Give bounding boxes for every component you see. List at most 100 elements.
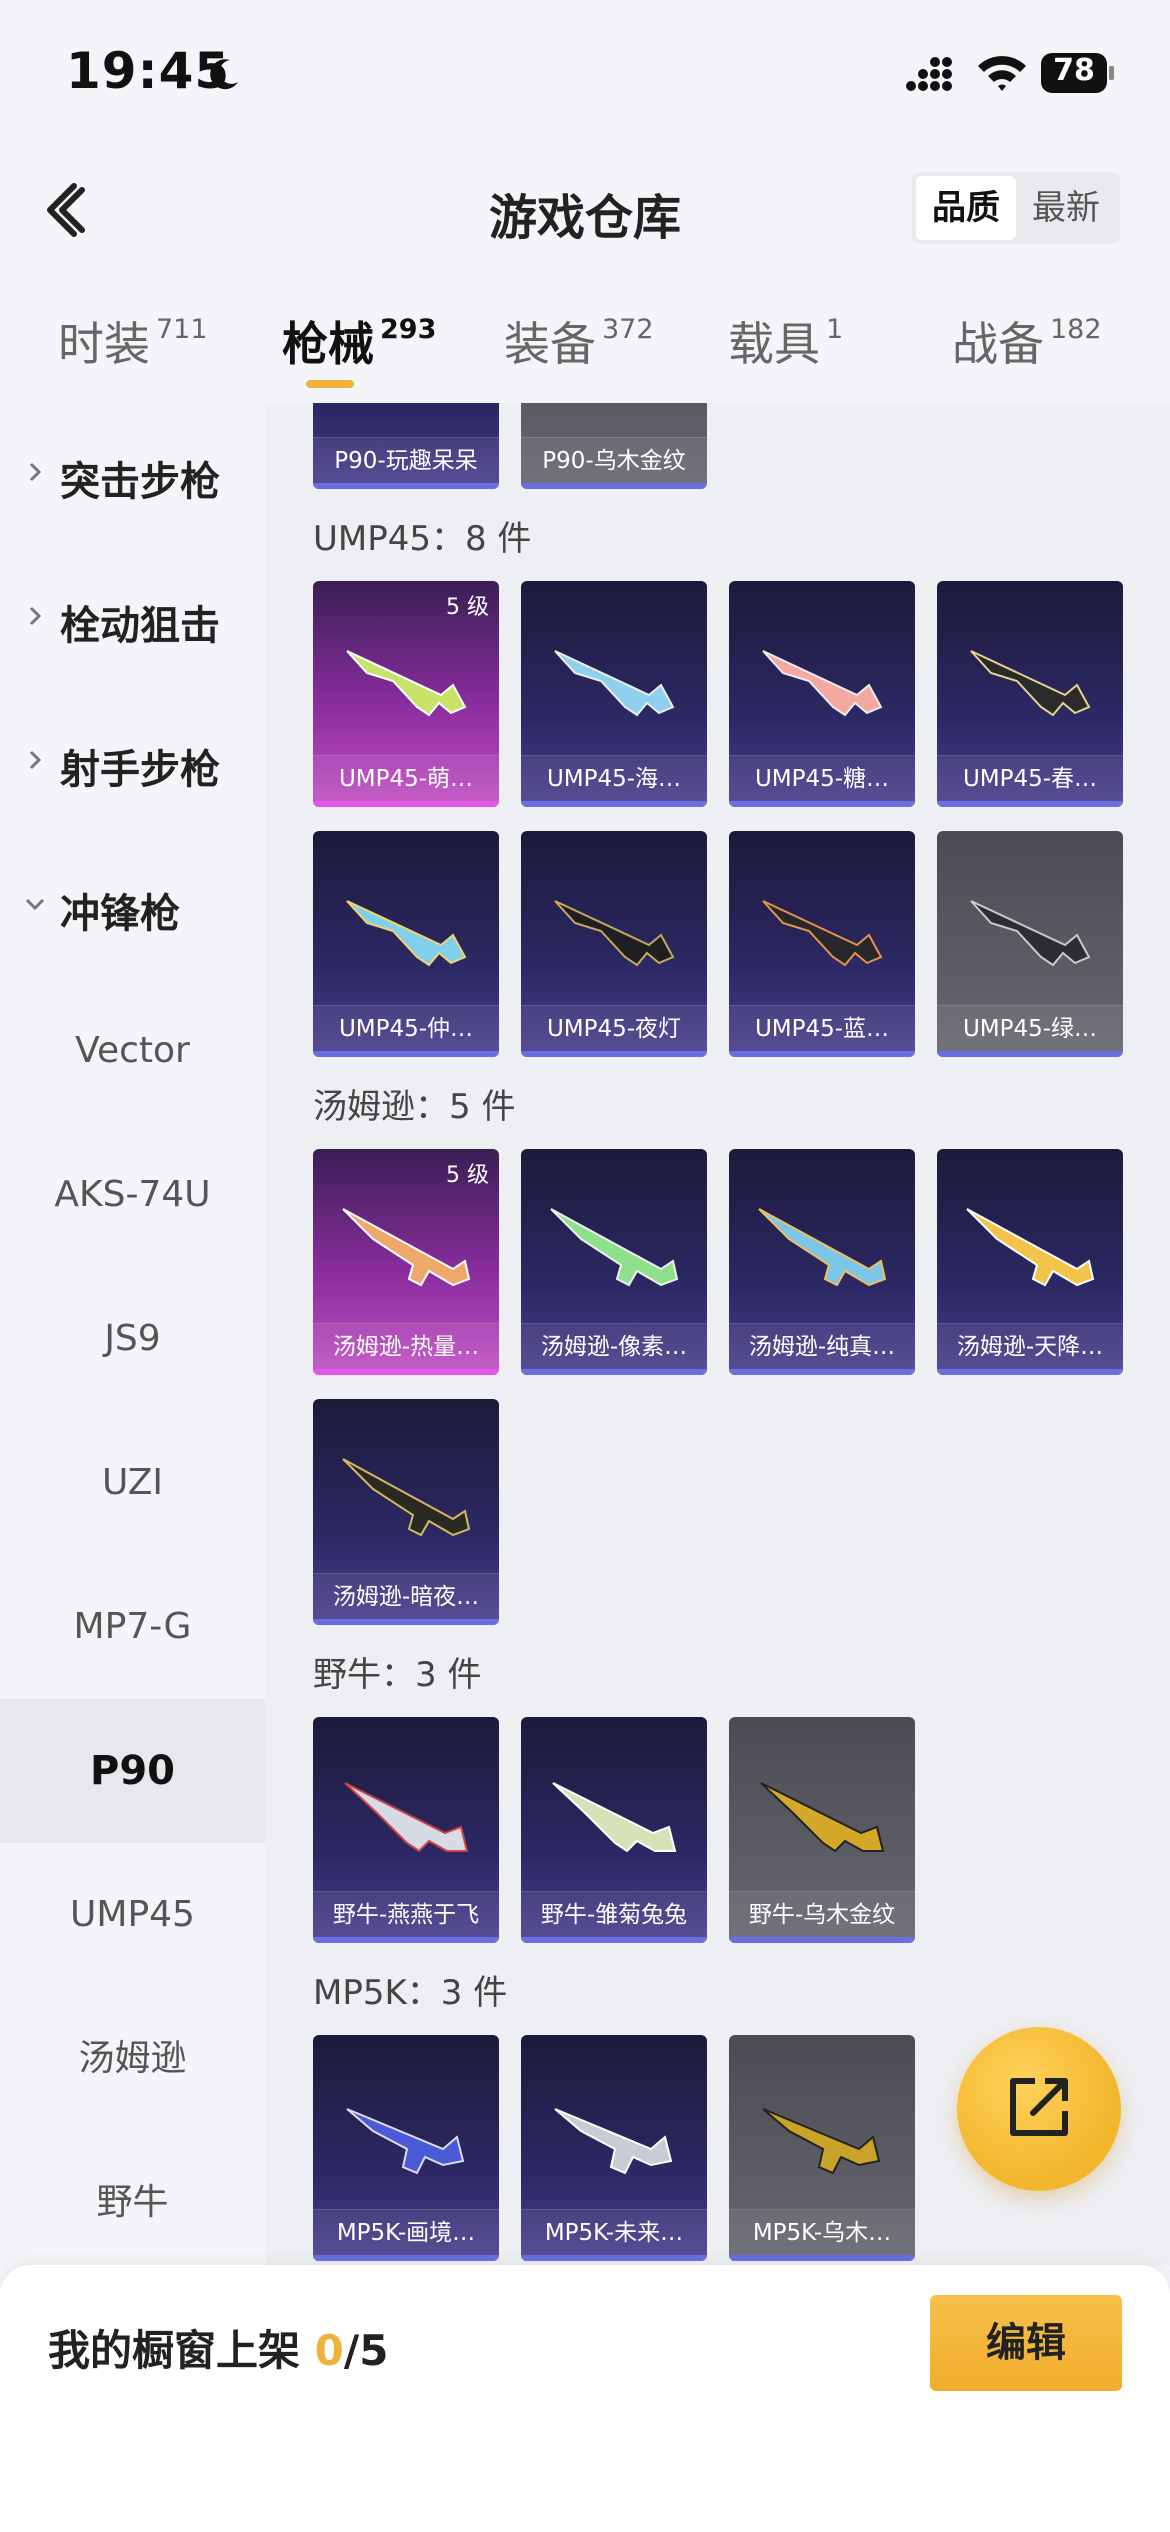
tab-equipment[interactable]: 装备 372: [504, 308, 654, 374]
sidebar-sub-uzi[interactable]: UZI: [0, 1411, 265, 1555]
battery-level: 78: [1053, 53, 1095, 88]
sidebar-sub-ump45[interactable]: UMP45: [0, 1843, 265, 1987]
smg-skin-icon: [970, 650, 1091, 717]
tab-vehicles[interactable]: 载具 1: [728, 308, 843, 374]
sidebar-item-assault-rifle[interactable]: 突击步枪: [0, 403, 265, 547]
smg-skin-icon: [344, 1782, 469, 1853]
tab-count: 1: [826, 314, 844, 345]
item-card[interactable]: 汤姆逊-像素…: [521, 1149, 707, 1375]
sidebar-sub-js9[interactable]: JS9: [0, 1267, 265, 1411]
smg-skin-icon: [760, 1782, 885, 1853]
item-card[interactable]: UMP45-绿…: [937, 831, 1123, 1057]
status-bar: 19:45 78: [0, 0, 1170, 150]
bottom-bar: 我的橱窗上架 0/5 编辑: [0, 2265, 1170, 2532]
sidebar-item-smg[interactable]: 冲锋枪: [0, 835, 265, 979]
wifi-icon: [978, 56, 1026, 91]
item-grid: P90-玩趣呆呆 P90-乌木金纹 UMP45：8 件 5 级 UMP45-萌……: [265, 403, 1170, 2265]
sidebar-sub-vector[interactable]: Vector: [0, 979, 265, 1123]
edit-button[interactable]: 编辑: [930, 2295, 1122, 2391]
smg-skin-icon: [762, 900, 883, 967]
item-card[interactable]: UMP45-蓝…: [729, 831, 915, 1057]
sort-toggle: 品质 最新: [912, 172, 1120, 244]
item-card[interactable]: 汤姆逊-纯真…: [729, 1149, 915, 1375]
item-card[interactable]: 汤姆逊-暗夜…: [313, 1399, 499, 1625]
share-button[interactable]: [957, 2027, 1121, 2191]
tab-count: 372: [602, 314, 654, 345]
sidebar-sub-aks74u[interactable]: AKS-74U: [0, 1123, 265, 1267]
tab-count: 182: [1050, 314, 1102, 345]
chevron-right-icon: [29, 606, 42, 626]
chevron-right-icon: [29, 750, 42, 770]
sidebar-item-bolt-sniper[interactable]: 栓动狙击: [0, 547, 265, 691]
item-card[interactable]: 野牛-燕燕于飞: [313, 1717, 499, 1943]
item-card[interactable]: UMP45-夜灯: [521, 831, 707, 1057]
sort-quality-button[interactable]: 品质: [916, 176, 1016, 240]
item-name: 汤姆逊-天降…: [937, 1323, 1123, 1369]
tab-count: 293: [380, 314, 437, 345]
item-name: UMP45-绿…: [937, 1005, 1123, 1051]
item-name: UMP45-萌…: [313, 755, 499, 801]
sidebar-sub-bizon[interactable]: 野牛: [0, 2131, 265, 2275]
item-card[interactable]: MP5K-乌木…: [729, 2035, 915, 2261]
item-name: 汤姆逊-热量…: [313, 1323, 499, 1369]
item-card[interactable]: 野牛-乌木金纹: [729, 1717, 915, 1943]
share-icon: [1010, 2078, 1068, 2136]
smg-skin-icon: [552, 1782, 677, 1853]
sidebar: 突击步枪 栓动狙击 射手步枪 冲锋枪 Vector AKS-74U JS9 UZ…: [0, 403, 265, 2265]
smg-skin-icon: [346, 900, 467, 967]
item-name: P90-乌木金纹: [521, 437, 707, 483]
item-name: UMP45-春…: [937, 755, 1123, 801]
section-title-mp5k: MP5K：3 件: [313, 1973, 508, 2013]
item-card[interactable]: 5 级 汤姆逊-热量…: [313, 1149, 499, 1375]
section-title-thompson: 汤姆逊：5 件: [313, 1087, 516, 1127]
tab-active-indicator: [306, 380, 354, 388]
item-card[interactable]: MP5K-画境…: [313, 2035, 499, 2261]
section-title-ump45: UMP45：8 件: [313, 519, 532, 559]
sidebar-sub-thompson[interactable]: 汤姆逊: [0, 1987, 265, 2131]
tab-weapons[interactable]: 枪械 293: [282, 308, 436, 374]
sidebar-item-label: 冲锋枪: [60, 891, 180, 937]
item-name: 汤姆逊-像素…: [521, 1323, 707, 1369]
smg-skin-icon: [554, 2108, 673, 2175]
showcase-label: 我的橱窗上架: [48, 2326, 315, 2375]
item-card[interactable]: 5 级 UMP45-萌…: [313, 581, 499, 807]
smg-skin-icon: [550, 1208, 679, 1287]
smg-skin-icon: [966, 1208, 1095, 1287]
sidebar-item-label: 射手步枪: [60, 747, 220, 793]
item-name: UMP45-海…: [521, 755, 707, 801]
item-name: 野牛-乌木金纹: [729, 1891, 915, 1937]
tab-label: 枪械: [282, 317, 374, 371]
item-name: UMP45-仲…: [313, 1005, 499, 1051]
sort-newest-button[interactable]: 最新: [1016, 176, 1116, 240]
sidebar-sub-mp7g[interactable]: MP7-G: [0, 1555, 265, 1699]
item-card[interactable]: P90-玩趣呆呆: [313, 403, 499, 489]
sidebar-item-marksman-rifle[interactable]: 射手步枪: [0, 691, 265, 835]
chevron-down-icon: [25, 898, 45, 911]
smg-skin-icon: [346, 2108, 465, 2175]
tab-label: 时装: [58, 317, 150, 371]
item-card[interactable]: P90-乌木金纹: [521, 403, 707, 489]
smg-skin-icon: [758, 1208, 887, 1287]
item-name: P90-玩趣呆呆: [313, 437, 499, 483]
sidebar-sub-p90[interactable]: P90: [0, 1699, 265, 1843]
item-card[interactable]: 汤姆逊-天降…: [937, 1149, 1123, 1375]
section-title-bizon: 野牛：3 件: [313, 1655, 482, 1695]
item-card[interactable]: UMP45-海…: [521, 581, 707, 807]
item-card[interactable]: 野牛-雏菊兔兔: [521, 1717, 707, 1943]
item-card[interactable]: UMP45-春…: [937, 581, 1123, 807]
item-name: 野牛-燕燕于飞: [313, 1891, 499, 1937]
item-card[interactable]: MP5K-未来…: [521, 2035, 707, 2261]
tab-fashion[interactable]: 时装 711: [58, 308, 208, 374]
item-card[interactable]: UMP45-糖…: [729, 581, 915, 807]
smg-skin-icon: [554, 650, 675, 717]
tab-supplies[interactable]: 战备 182: [952, 308, 1102, 374]
item-name: 汤姆逊-暗夜…: [313, 1573, 499, 1619]
tab-label: 装备: [504, 317, 596, 371]
smg-skin-icon: [346, 650, 467, 717]
smg-skin-icon: [342, 1208, 471, 1287]
signal-icon: [906, 57, 952, 91]
smg-skin-icon: [342, 1458, 471, 1537]
category-tabs: 时装 711 枪械 293 装备 372 载具 1 战备 182: [0, 268, 1170, 403]
item-card[interactable]: UMP45-仲…: [313, 831, 499, 1057]
smg-skin-icon: [762, 650, 883, 717]
